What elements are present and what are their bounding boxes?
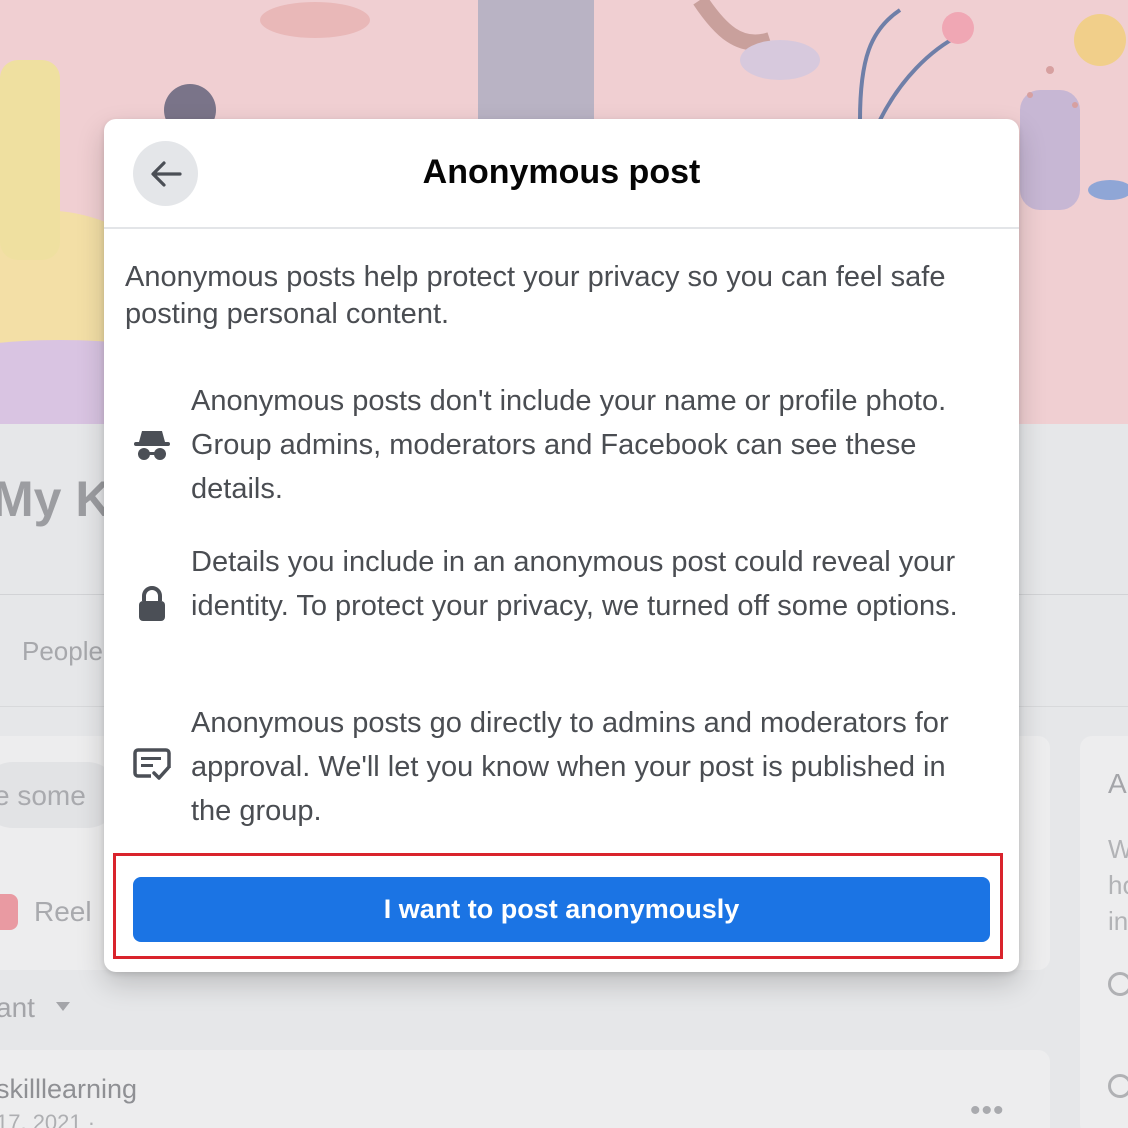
- anonymous-post-dialog: Anonymous post Anonymous posts help prot…: [104, 119, 1019, 972]
- sidebar-title: A: [1108, 768, 1127, 799]
- sidebar-text: ho: [1108, 870, 1128, 900]
- reel-icon: [0, 894, 18, 930]
- sidebar-text: W: [1108, 834, 1128, 864]
- post-date: 17, 2021 ·: [0, 1110, 96, 1128]
- info-text: Details you include in an anonymous post…: [191, 546, 958, 622]
- caret-down-icon[interactable]: [56, 1002, 70, 1011]
- post-card: [0, 1050, 1050, 1128]
- reel-button[interactable]: Reel: [34, 896, 92, 928]
- lock-icon: [132, 584, 172, 624]
- dialog-title: Anonymous post: [422, 153, 701, 191]
- globe-icon: [1108, 972, 1128, 996]
- info-item-anonymity: Anonymous posts don't include your name …: [104, 379, 1019, 511]
- eye-icon: [1108, 1074, 1128, 1098]
- info-text: Anonymous posts don't include your name …: [191, 385, 947, 505]
- post-anonymously-button[interactable]: I want to post anonymously: [133, 877, 990, 942]
- intro-text: Anonymous posts help protect your privac…: [125, 261, 946, 330]
- incognito-icon: [132, 425, 172, 465]
- post-author[interactable]: skilllearning: [0, 1074, 137, 1105]
- sidebar-text: in: [1108, 906, 1128, 936]
- composer-placeholder: e some: [0, 780, 86, 811]
- more-options-icon[interactable]: •••: [970, 1094, 1005, 1128]
- info-item-identity: Details you include in an anonymous post…: [104, 540, 1019, 672]
- screen: My Ki People e some Reel ant skilllearni…: [0, 0, 1128, 1128]
- info-item-approval: Anonymous posts go directly to admins an…: [104, 701, 1019, 833]
- approval-icon: [132, 745, 172, 785]
- sort-label[interactable]: ant: [0, 992, 35, 1024]
- dialog-header: Anonymous post: [104, 119, 1019, 229]
- info-text: Anonymous posts go directly to admins an…: [191, 707, 949, 827]
- tab-people[interactable]: People: [22, 636, 103, 667]
